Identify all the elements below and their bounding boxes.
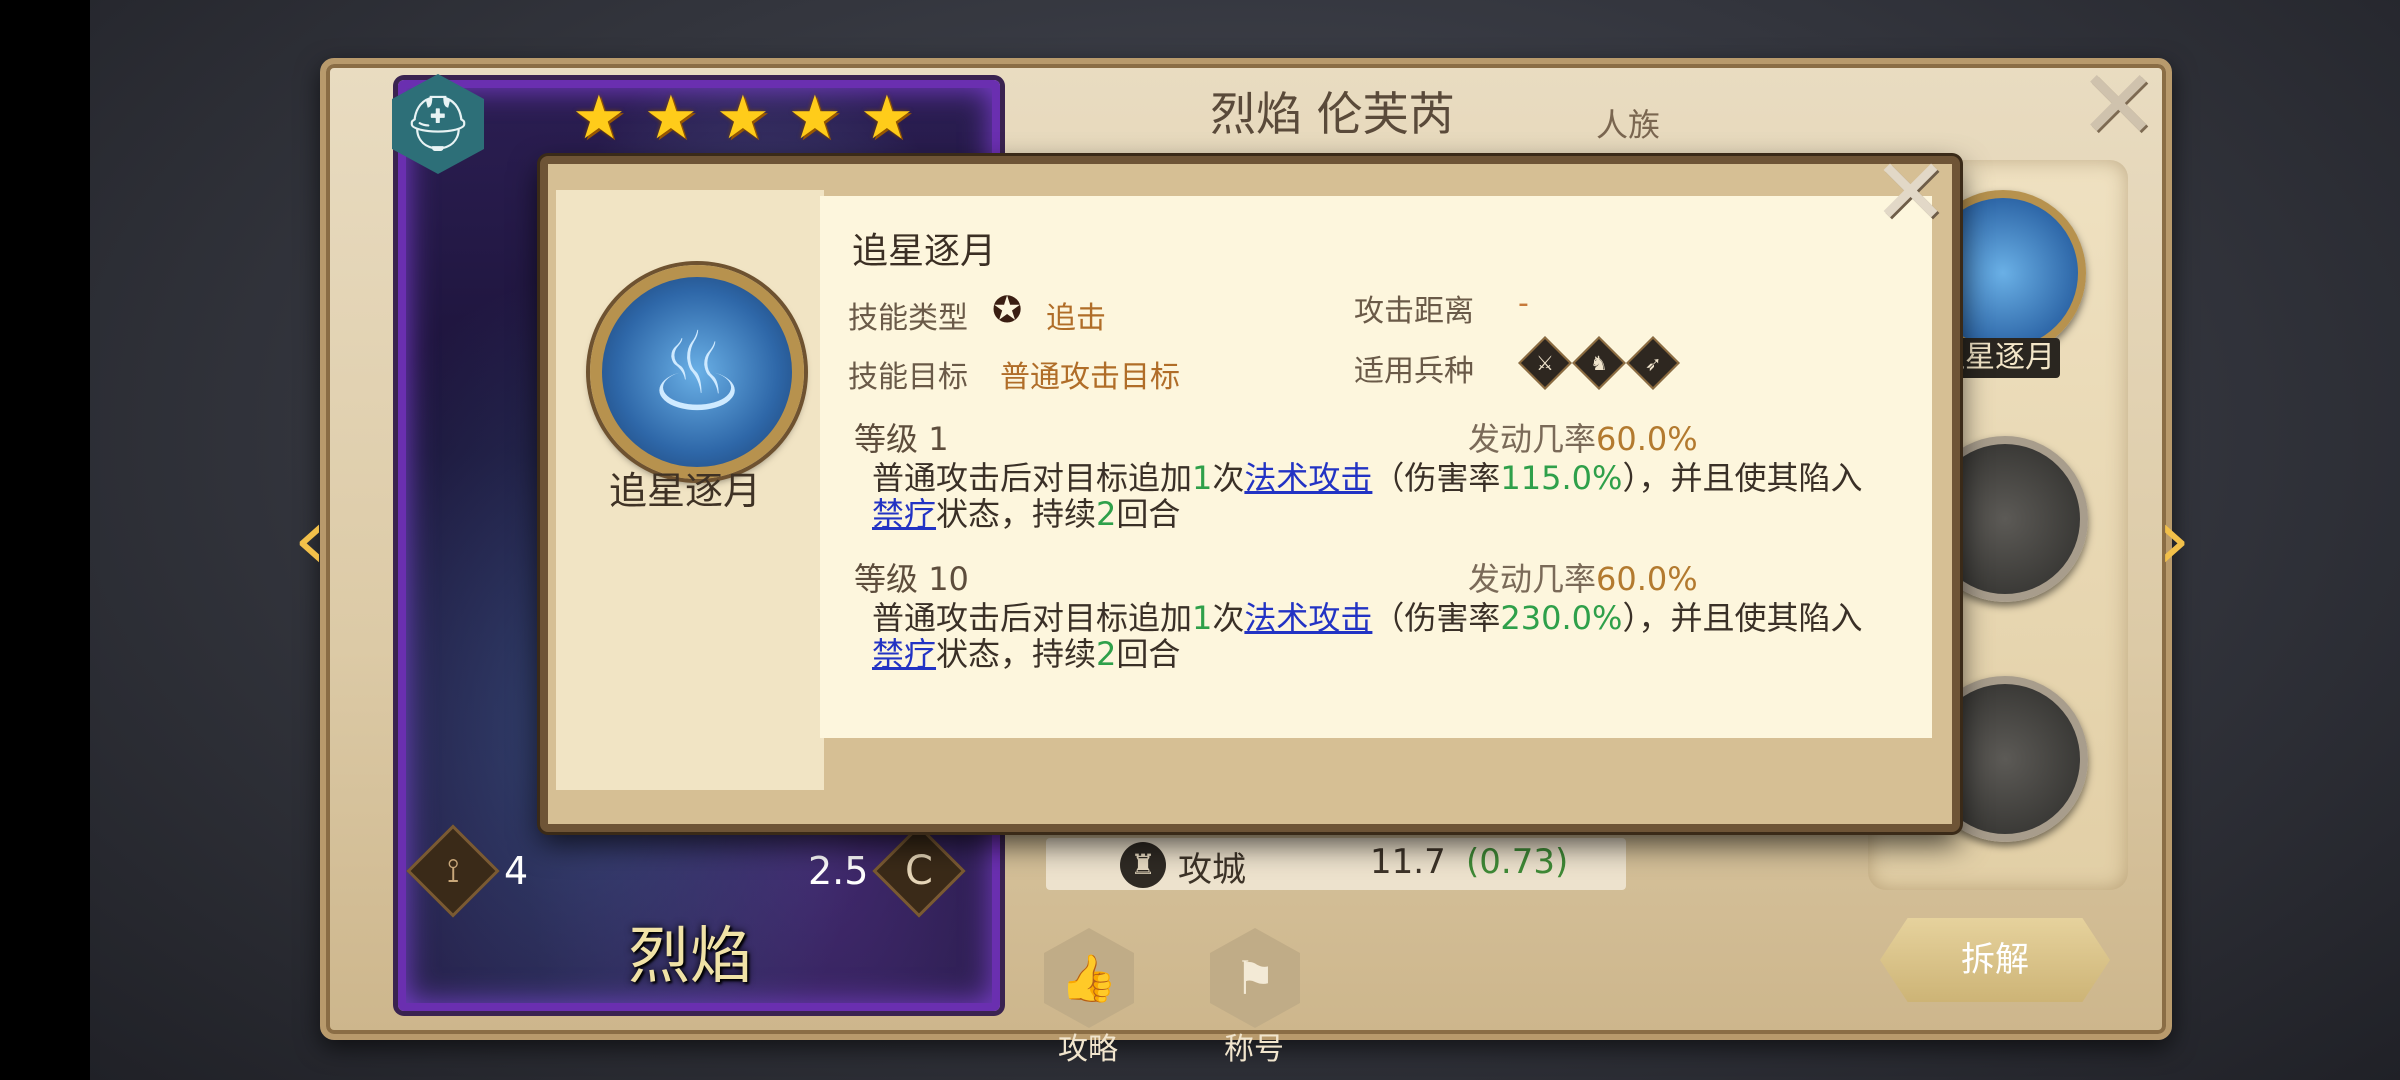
skill-title: 追星逐月 bbox=[852, 231, 997, 272]
level-label-1: 等级 1 bbox=[854, 420, 949, 458]
grade-badge: C bbox=[872, 824, 967, 918]
race-label: 人族 bbox=[1596, 106, 1661, 144]
level-description-1: 普通攻击后对目标追加1次法术攻击（伤害率115.0%），并且使其陷入 禁疗状态，持… bbox=[872, 459, 1863, 533]
card-stat-left-value: 4 bbox=[504, 849, 529, 893]
unit-types-label: 适用兵种 bbox=[1354, 354, 1474, 389]
panel-title: 烈焰 伦芙芮 bbox=[1210, 87, 1455, 141]
pursuit-icon: ✪ bbox=[992, 290, 1023, 331]
close-icon[interactable]: ✕ bbox=[2078, 57, 2158, 153]
magic-attack-link[interactable]: 法术攻击 bbox=[1244, 599, 1372, 637]
level-label-10: 等级 10 bbox=[854, 560, 969, 598]
siege-value: 11.7 bbox=[1370, 842, 1446, 882]
star-icon: ★ bbox=[788, 83, 842, 153]
title-button-label[interactable]: 称号 bbox=[1194, 1024, 1314, 1068]
unit-type-icons: ⚔ ♞ ➶ bbox=[1518, 336, 1680, 390]
card-stat-right: 2.5 C bbox=[808, 824, 967, 918]
level-description-10: 普通攻击后对目标追加1次法术攻击（伤害率230.0%），并且使其陷入 禁疗状态，持… bbox=[872, 599, 1863, 673]
star-icon: ★ bbox=[860, 83, 914, 153]
card-stat-right-value: 2.5 bbox=[808, 849, 869, 893]
popup-skill-name: 追星逐月 bbox=[608, 469, 761, 513]
skill-type-label: 技能类型 bbox=[848, 301, 968, 336]
siege-icon: ♜ bbox=[1120, 842, 1166, 888]
card-stat-left: ⟟ 4 bbox=[406, 824, 529, 918]
sword-icon: ⚔ bbox=[1518, 336, 1572, 390]
heal-ban-link[interactable]: 禁疗 bbox=[872, 495, 936, 533]
guide-button-label[interactable]: 攻略 bbox=[1028, 1024, 1148, 1068]
horse-icon: ♞ bbox=[1572, 336, 1626, 390]
siege-growth: (0.73) bbox=[1466, 842, 1569, 882]
skill-type-value: 追击 bbox=[1046, 301, 1106, 336]
blue-flame-icon: ♨ bbox=[590, 265, 804, 479]
star-icon: ★ bbox=[572, 83, 626, 153]
attack-range-value: - bbox=[1518, 286, 1529, 321]
chevron-right-icon[interactable]: › bbox=[2154, 484, 2194, 594]
hero-name: 烈焰 bbox=[627, 919, 752, 992]
star-icon: ★ bbox=[716, 83, 770, 153]
hero-stars: ★ ★ ★ ★ ★ bbox=[572, 83, 916, 153]
trigger-rate-10: 发动几率60.0% bbox=[1468, 560, 1698, 598]
bow-icon: ⟟ bbox=[406, 824, 500, 918]
magic-attack-link[interactable]: 法术攻击 bbox=[1244, 459, 1372, 497]
skill-target-value: 普通攻击目标 bbox=[1000, 360, 1180, 395]
star-icon: ★ bbox=[644, 83, 698, 153]
attack-range-label: 攻击距离 bbox=[1354, 294, 1474, 329]
trigger-rate-1: 发动几率60.0% bbox=[1468, 420, 1698, 458]
disassemble-button[interactable]: 拆解 bbox=[1880, 918, 2110, 1002]
heal-ban-link[interactable]: 禁疗 bbox=[872, 635, 936, 673]
skill-target-label: 技能目标 bbox=[848, 360, 968, 395]
bow-icon: ➶ bbox=[1626, 336, 1680, 390]
left-black-bar bbox=[0, 0, 90, 1080]
close-icon[interactable]: ✕ bbox=[1872, 147, 1949, 239]
chevron-left-icon[interactable]: ‹ bbox=[290, 484, 330, 594]
siege-label: 攻城 bbox=[1178, 850, 1246, 890]
